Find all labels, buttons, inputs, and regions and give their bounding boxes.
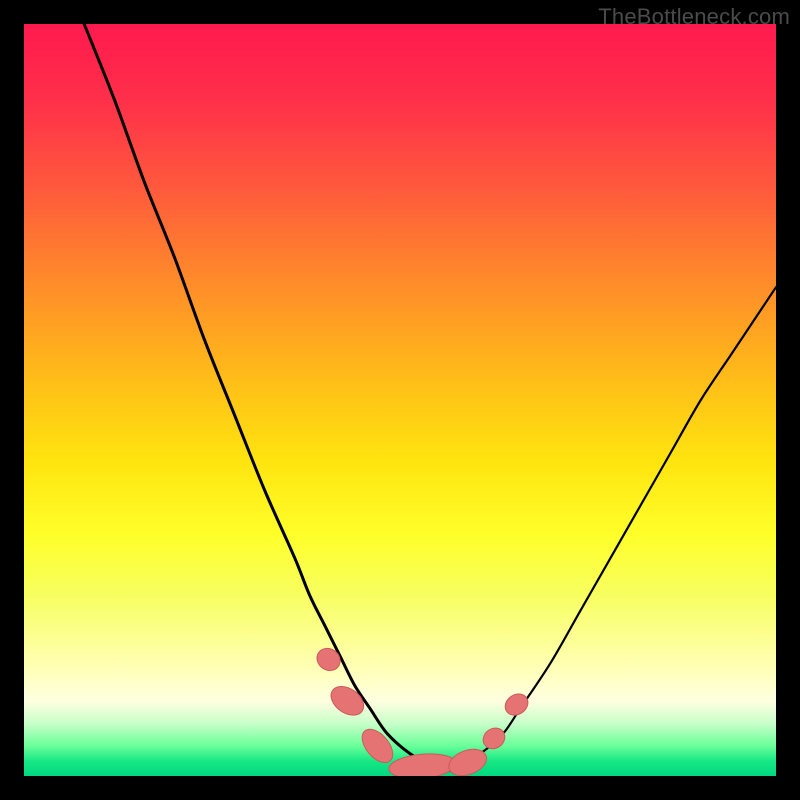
chart-frame: TheBottleneck.com bbox=[0, 0, 800, 800]
bottleneck-marker bbox=[479, 724, 509, 753]
plot-area bbox=[24, 24, 776, 776]
watermark-text: TheBottleneck.com bbox=[598, 4, 790, 30]
bottleneck-marker bbox=[445, 744, 490, 776]
series-right-curve bbox=[445, 287, 776, 772]
bottleneck-marker bbox=[501, 690, 532, 720]
series-left-curve bbox=[84, 24, 445, 772]
curve-layer bbox=[24, 24, 776, 776]
bottleneck-marker bbox=[313, 644, 345, 675]
bottleneck-marker bbox=[388, 751, 458, 776]
bottleneck-marker bbox=[356, 724, 398, 768]
bottleneck-marker bbox=[326, 681, 369, 721]
